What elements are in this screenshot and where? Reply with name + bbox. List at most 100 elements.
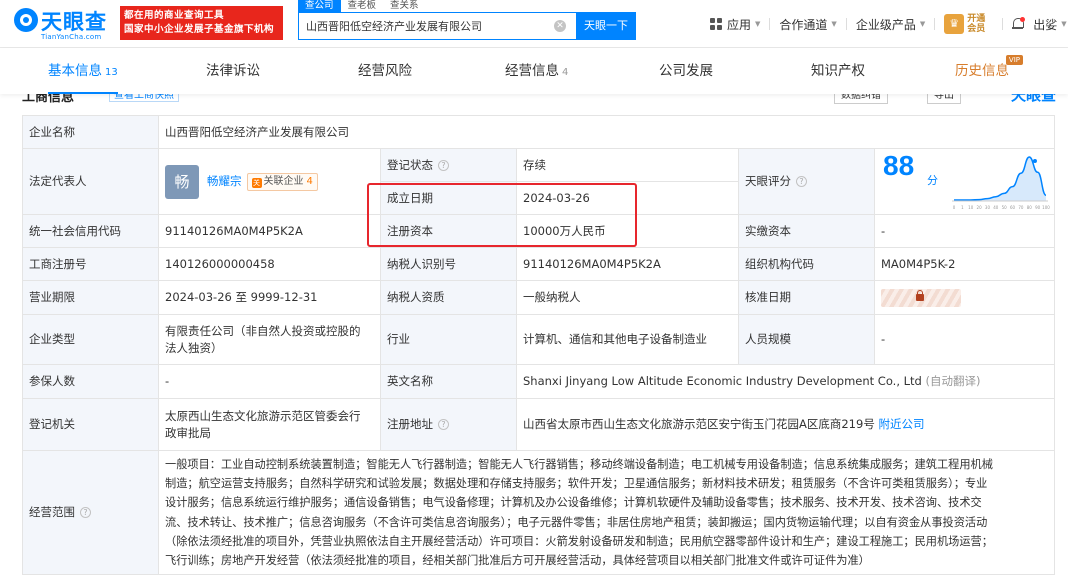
legal-rep-name-link[interactable]: 畅耀宗 [207, 174, 242, 188]
tab-risk[interactable]: 经营风险 [358, 48, 412, 94]
table-row: 登记机关 太原西山生态文化旅游示范区管委会行 政审批局 注册地址? 山西省太原市西… [22, 398, 1056, 451]
chevron-down-icon: ▼ [755, 20, 761, 28]
address-label-text: 注册地址 [387, 417, 433, 431]
scope-line: 飞行训练；房地产开发经营（依法须经批准的项目，经相关部门批准后方可开展经营活动，… [165, 553, 870, 567]
table-row: 企业名称 山西晋阳低空经济产业发展有限公司 [22, 115, 1056, 149]
logo-eye-icon [14, 8, 38, 32]
tab-label: 经营风险 [358, 63, 412, 79]
related-companies-tag[interactable]: 关关联企业 4 [246, 172, 318, 191]
tab-history[interactable]: 历史信息 VIP [955, 48, 1023, 94]
legal-rep-label: 法定代表人 [22, 148, 159, 215]
reg-capital-label: 注册资本 [380, 214, 517, 248]
nav-apps[interactable]: 应用 ▼ [710, 16, 760, 33]
tax-id-label: 纳税人识别号 [380, 247, 517, 281]
industry-value: 计算机、通信和其他电子设备制造业 [516, 314, 739, 365]
logo-domain: TianYanCha.com [41, 33, 102, 41]
related-count: 4 [306, 175, 313, 187]
tax-id-value: 91140126MA0M4P5K2A [516, 247, 739, 281]
score-value[interactable]: 88 分 0 1 10 20 30 40 50 60 70 80 90 100 [873, 148, 1056, 215]
credit-code-label: 统一社会信用代码 [22, 214, 159, 248]
help-icon[interactable]: ? [796, 176, 807, 187]
authority-line-2: 政审批局 [165, 425, 211, 440]
en-name-label: 英文名称 [380, 364, 517, 399]
chevron-down-icon: ▼ [919, 20, 926, 28]
reg-status-label: 登记状态? [380, 148, 517, 182]
site-logo[interactable]: 天眼查 TianYanCha.com [14, 6, 114, 42]
nearby-companies-link[interactable]: 附近公司 [878, 417, 924, 431]
search-tab-boss[interactable]: 查老板 [341, 0, 384, 12]
scope-line: 制造；航空运营支持服务；自然科学研究和试验发展；数据处理和存储支持服务；软件开发… [165, 477, 988, 491]
user-menu[interactable]: 出娑 ▼ [1033, 16, 1066, 33]
org-code-label: 组织机构代码 [738, 247, 875, 281]
tab-development[interactable]: 公司发展 [659, 48, 713, 94]
vip-text: 开通 会员 [967, 14, 985, 34]
open-vip-button[interactable]: ♛ 开通 会员 [944, 14, 985, 34]
scope-label: 经营范围? [22, 450, 159, 575]
search-tab-company[interactable]: 查公司 [298, 0, 341, 12]
lock-icon [916, 289, 924, 301]
search-type-tabs: 查公司 查老板 查关系 [298, 0, 426, 12]
apps-grid-icon [710, 18, 722, 30]
reg-status-label-text: 登记状态 [387, 157, 433, 172]
table-row: 法定代表人 畅畅耀宗关关联企业 4 登记状态? 存续 天眼评分? 88 分 011… [22, 148, 1056, 215]
nav-cooperation[interactable]: 合作通道 ▼ [779, 16, 836, 33]
tab-ip[interactable]: 知识产权 [811, 48, 865, 94]
search-input[interactable] [299, 13, 549, 39]
tab-label: 知识产权 [811, 63, 865, 79]
taxpayer-value: 一般纳税人 [516, 280, 739, 315]
nav-divider [1002, 18, 1004, 30]
tab-count: 4 [562, 67, 569, 78]
chevron-down-icon: ▼ [1061, 20, 1067, 28]
approval-date-label: 核准日期 [738, 280, 875, 315]
locked-field[interactable] [881, 288, 961, 307]
scope-line: （除依法须经批准的项目外，凭营业执照依法自主开展经营活动）许可项目：火箭发射设备… [165, 534, 993, 548]
vip-text-line-1: 开通 [967, 14, 986, 24]
vip-crown-icon: ♛ [944, 14, 965, 34]
address-label: 注册地址? [380, 398, 517, 451]
slogan-line-1: 都在用的商业查询工具 [124, 10, 225, 21]
scope-line: 一般项目：工业自动控制系统装置制造；智能无人飞行器制造；智能无人飞行器销售；移动… [165, 457, 993, 471]
tab-count: 13 [105, 67, 118, 78]
nav-enterprise[interactable]: 企业级产品 ▼ [856, 16, 925, 33]
chevron-down-icon: ▼ [831, 20, 837, 28]
authority-label: 登记机关 [22, 398, 159, 451]
tab-label: 历史信息 [955, 63, 1009, 79]
address-value: 山西省太原市西山生态文化旅游示范区安宁街玉门花园A区底商219号 附近公司 [515, 398, 1056, 451]
score-label-text: 天眼评分 [745, 174, 791, 188]
score-tick-label: 60 [1010, 205, 1016, 210]
reg-status-value: 存续 [516, 148, 739, 182]
help-icon[interactable]: ? [80, 507, 91, 518]
paid-capital-label: 实缴资本 [738, 214, 875, 248]
legal-rep-value: 畅畅耀宗关关联企业 4 [158, 148, 381, 215]
avatar[interactable]: 畅 [165, 164, 199, 199]
score-tick-label: 50 [1002, 205, 1008, 210]
score-tick-label: 70 [1018, 205, 1024, 210]
tab-legal[interactable]: 法律诉讼 [206, 48, 260, 94]
industry-label: 行业 [380, 314, 517, 365]
scope-line: 设计服务；信息系统运行维护服务；通信设备销售；电气设备修理；计算机及办公设备维修… [165, 496, 982, 510]
bell-icon[interactable] [1012, 17, 1026, 30]
vip-text-line-2: 会员 [967, 24, 986, 34]
taxpayer-label: 纳税人资质 [380, 280, 517, 315]
tab-basic-info[interactable]: 基本信息 13 [48, 48, 118, 94]
related-logo-icon: 关 [251, 177, 262, 188]
tab-operations[interactable]: 经营信息 4 [505, 48, 568, 94]
search-tab-relation[interactable]: 查关系 [383, 0, 426, 12]
clear-icon[interactable]: ✕ [554, 20, 566, 32]
type-label: 企业类型 [22, 314, 159, 365]
score-tick-label: 90 [1035, 205, 1041, 210]
notification-dot [1020, 17, 1026, 22]
staff-label: 人员规模 [738, 314, 875, 365]
score-tick-label: 30 [985, 205, 991, 210]
help-icon[interactable]: ? [438, 159, 449, 171]
slogan-banner[interactable]: 都在用的商业查询工具 国家中小企业发展子基金旗下机构 [120, 6, 283, 40]
score-tick-label: 40 [993, 205, 999, 210]
search-button[interactable]: 天眼一下 [576, 12, 636, 40]
score-label: 天眼评分? [738, 148, 875, 215]
authority-line-1: 太原西山生态文化旅游示范区管委会行 [165, 408, 361, 423]
reg-capital-value: 10000万人民币 [516, 214, 739, 248]
help-icon[interactable]: ? [438, 419, 449, 430]
top-header: 天眼查 TianYanCha.com 都在用的商业查询工具 国家中小企业发展子基… [0, 0, 1068, 48]
approval-date-value[interactable] [873, 280, 1056, 315]
type-value: 有限责任公司（非自然人投资或控股的 法人独资） [158, 314, 381, 365]
